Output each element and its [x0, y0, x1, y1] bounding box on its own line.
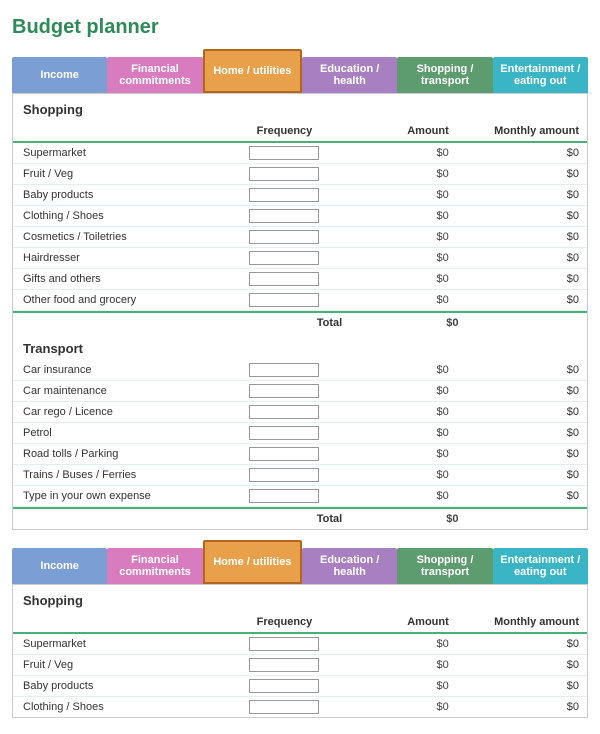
shopping-title-2: Shopping	[13, 585, 587, 612]
table-row: Clothing / Shoes $0 $0	[13, 697, 587, 717]
freq-input-6[interactable]	[249, 272, 319, 286]
freq-input-0[interactable]	[249, 146, 319, 160]
s2-freq-input-1[interactable]	[249, 658, 319, 672]
s2-freq-input-0[interactable]	[249, 637, 319, 651]
shopping-section-2: Shopping Frequency Amount Monthly amount…	[12, 584, 588, 718]
table-row: Trains / Buses / Ferries $0 $0	[13, 465, 587, 486]
table-row: Car rego / Licence $0 $0	[13, 402, 587, 423]
freq-input-3[interactable]	[249, 209, 319, 223]
t-freq-input-0[interactable]	[249, 363, 319, 377]
freq-input-7[interactable]	[249, 293, 319, 307]
table-row: Car maintenance $0 $0	[13, 381, 587, 402]
tab-education[interactable]: Education / health	[302, 57, 397, 93]
shopping-total-row: Total $0	[13, 311, 587, 333]
table-row: Petrol $0 $0	[13, 423, 587, 444]
col-monthly-label-2: Monthly amount	[457, 614, 587, 630]
col-frequency-label: Frequency	[223, 123, 345, 139]
tab-entertainment[interactable]: Entertainment / eating out	[493, 57, 588, 93]
freq-input-1[interactable]	[249, 167, 319, 181]
freq-input-5[interactable]	[249, 251, 319, 265]
s2-freq-input-2[interactable]	[249, 679, 319, 693]
t-freq-input-3[interactable]	[249, 426, 319, 440]
table-row: Fruit / Veg $0 $0	[13, 164, 587, 185]
nav-tabs-top: Income Financial commitments Home / util…	[12, 49, 588, 93]
table-row: Gifts and others $0 $0	[13, 269, 587, 290]
table-row: Car insurance $0 $0	[13, 360, 587, 381]
shopping-col-headers-2: Frequency Amount Monthly amount	[13, 612, 587, 634]
tab-entertainment-2[interactable]: Entertainment / eating out	[493, 548, 588, 584]
page-title: Budget planner	[12, 16, 588, 39]
shopping-title: Shopping	[13, 94, 587, 121]
table-row: Road tolls / Parking $0 $0	[13, 444, 587, 465]
col-frequency-label-2: Frequency	[223, 614, 345, 630]
table-row: Baby products $0 $0	[13, 676, 587, 697]
transport-total-row: Total $0	[13, 507, 587, 529]
table-row: Hairdresser $0 $0	[13, 248, 587, 269]
col-amount-label-2: Amount	[346, 614, 457, 630]
tab-financial[interactable]: Financial commitments	[107, 57, 202, 93]
table-row: Other food and grocery $0 $0	[13, 290, 587, 311]
table-row: Supermarket $0 $0	[13, 143, 587, 164]
t-freq-input-6[interactable]	[249, 489, 319, 503]
table-row: Cosmetics / Toiletries $0 $0	[13, 227, 587, 248]
nav-tabs-bottom: Income Financial commitments Home / util…	[12, 540, 588, 584]
table-row: Clothing / Shoes $0 $0	[13, 206, 587, 227]
tab-shopping[interactable]: Shopping / transport	[397, 57, 492, 93]
table-row: Fruit / Veg $0 $0	[13, 655, 587, 676]
tab-financial-2[interactable]: Financial commitments	[107, 548, 202, 584]
freq-input-4[interactable]	[249, 230, 319, 244]
t-freq-input-5[interactable]	[249, 468, 319, 482]
shopping-col-headers: Frequency Amount Monthly amount	[13, 121, 587, 143]
t-freq-input-4[interactable]	[249, 447, 319, 461]
freq-input-2[interactable]	[249, 188, 319, 202]
col-amount-label: Amount	[346, 123, 457, 139]
t-freq-input-2[interactable]	[249, 405, 319, 419]
tab-home[interactable]: Home / utilities	[203, 49, 302, 93]
tab-income-2[interactable]: Income	[12, 548, 107, 584]
table-row: Type in your own expense $0 $0	[13, 486, 587, 507]
t-freq-input-1[interactable]	[249, 384, 319, 398]
s2-freq-input-3[interactable]	[249, 700, 319, 714]
tab-education-2[interactable]: Education / health	[302, 548, 397, 584]
tab-income[interactable]: Income	[12, 57, 107, 93]
table-row: Baby products $0 $0	[13, 185, 587, 206]
col-monthly-label: Monthly amount	[457, 123, 587, 139]
shopping-section: Shopping Frequency Amount Monthly amount…	[12, 93, 588, 530]
tab-shopping-2[interactable]: Shopping / transport	[397, 548, 492, 584]
transport-title: Transport	[13, 333, 587, 360]
tab-home-2[interactable]: Home / utilities	[203, 540, 302, 584]
table-row: Supermarket $0 $0	[13, 634, 587, 655]
